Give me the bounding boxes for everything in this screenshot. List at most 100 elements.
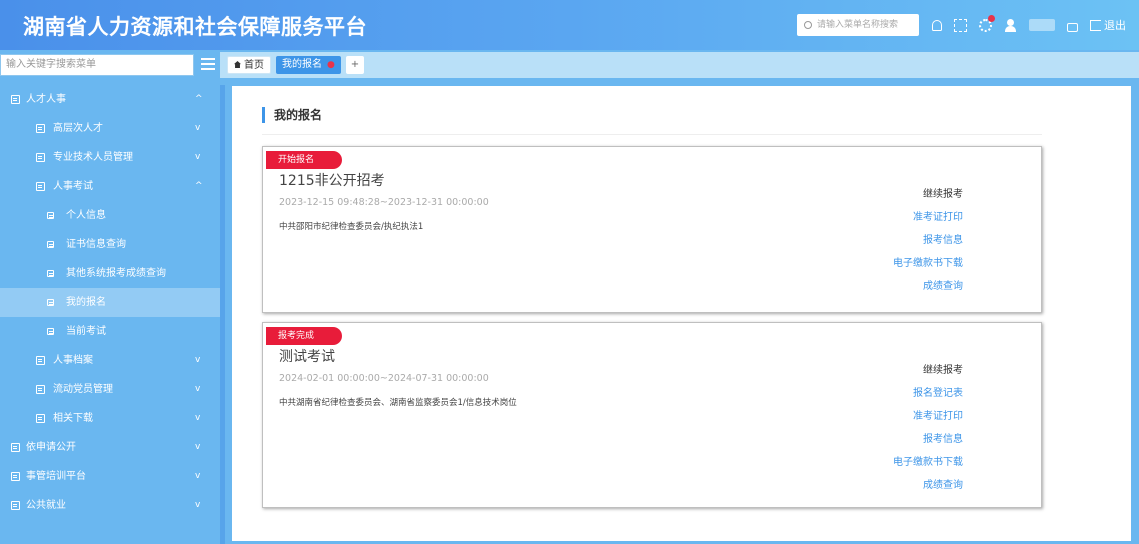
top-bar: 湖南省人力资源和社会保障服务平台 请输入菜单名称搜索 退出 — [0, 0, 1139, 50]
tab-home[interactable]: 首页 — [227, 56, 271, 74]
folder-icon — [36, 153, 45, 162]
chevron-down-icon[interactable]: v — [195, 346, 200, 375]
exam-position: 中共湖南省纪律检查委员会、湖南省监察委员会1/信息技术岗位 — [279, 398, 517, 408]
bell-icon[interactable] — [932, 19, 942, 31]
sidebar-item[interactable]: 我的报名 — [0, 288, 220, 317]
action-link[interactable]: 准考证打印 — [893, 206, 963, 229]
tab-active-label: 我的报名 — [282, 59, 322, 70]
exam-name: 测试考试 — [279, 349, 335, 365]
chevron-down-icon[interactable]: v — [195, 114, 200, 143]
sidebar-item[interactable]: 个人信息 — [0, 201, 220, 230]
exam-name: 1215非公开招考 — [279, 173, 385, 189]
divider — [262, 134, 1042, 135]
chevron-down-icon[interactable]: v — [195, 375, 200, 404]
logout-icon — [1090, 19, 1101, 31]
action-link[interactable]: 报考信息 — [893, 428, 963, 451]
user-icon[interactable] — [1004, 18, 1017, 32]
logout-button[interactable]: 退出 — [1090, 17, 1126, 33]
sidebar-item-label: 当前考试 — [66, 326, 106, 337]
sidebar-item[interactable]: 人事档案 v — [0, 346, 220, 375]
sidebar-scrollbar[interactable] — [220, 85, 225, 544]
title-accent-bar — [262, 107, 265, 123]
sidebar-item-label: 事管培训平台 — [26, 471, 86, 482]
folder-icon — [47, 270, 54, 277]
folder-icon — [11, 501, 20, 510]
sidebar-item-label: 其他系统报考成绩查询 — [66, 268, 166, 279]
sidebar-item[interactable]: 公共就业 v — [0, 491, 220, 520]
folder-icon — [11, 95, 20, 104]
sidebar-item-label: 证书信息查询 — [66, 239, 126, 250]
exam-position: 中共邵阳市纪律检查委员会/执纪执法1 — [279, 222, 424, 232]
site-title: 湖南省人力资源和社会保障服务平台 — [23, 15, 367, 39]
chevron-down-icon[interactable]: v — [195, 143, 200, 172]
logout-label: 退出 — [1104, 19, 1126, 32]
sidebar-item-label: 公共就业 — [26, 500, 66, 511]
sidebar-item[interactable]: 人事考试 ^ — [0, 172, 220, 201]
sidebar-item[interactable]: 高层次人才 v — [0, 114, 220, 143]
folder-icon — [47, 328, 54, 335]
chevron-down-icon[interactable]: v — [195, 491, 200, 520]
folder-icon — [47, 299, 54, 306]
header-search-placeholder: 请输入菜单名称搜索 — [817, 20, 899, 30]
sidebar: 人才人事 ^ 高层次人才 v 专业技术人员管理 v 人事考试 ^ 个人信息 证书信息查询 其他系统报… — [0, 85, 220, 544]
lock-icon[interactable] — [1067, 22, 1078, 32]
sidebar-item[interactable]: 依申请公开 v — [0, 433, 220, 462]
action-link[interactable]: 准考证打印 — [893, 405, 963, 428]
tab-my-registration[interactable]: 我的报名 ● — [276, 56, 341, 74]
user-name-masked[interactable] — [1029, 19, 1055, 31]
sidebar-item[interactable]: 人才人事 ^ — [0, 85, 220, 114]
action-link[interactable]: 成绩查询 — [893, 275, 963, 298]
action-link[interactable]: 电子缴款书下载 — [893, 451, 963, 474]
exam-card: 开始报名 1215非公开招考 2023-12-15 09:48:28~2023-12… — [262, 146, 1042, 313]
folder-icon — [11, 472, 20, 481]
sidebar-item-label: 专业技术人员管理 — [53, 152, 133, 163]
chevron-down-icon[interactable]: v — [195, 433, 200, 462]
sidebar-item[interactable]: 事管培训平台 v — [0, 462, 220, 491]
folder-icon — [11, 443, 20, 452]
action-link[interactable]: 报名登记表 — [893, 382, 963, 405]
settings-icon[interactable] — [979, 14, 995, 32]
search-icon — [804, 21, 812, 29]
sidebar-item-label: 人才人事 — [26, 94, 66, 105]
header-tools: 退出 — [932, 14, 1126, 35]
add-tab-button[interactable]: + — [346, 56, 364, 74]
action-link[interactable]: 电子缴款书下载 — [893, 252, 963, 275]
sidebar-item-label: 流动党员管理 — [53, 384, 113, 395]
action-link[interactable]: 继续报考 — [893, 359, 963, 382]
chevron-down-icon[interactable]: v — [195, 462, 200, 491]
card-actions: 继续报考 准考证打印 报考信息 电子缴款书下载 成绩查询 — [893, 183, 963, 298]
folder-icon — [47, 241, 54, 248]
fullscreen-icon[interactable] — [954, 18, 967, 32]
sidebar-item-label: 我的报名 — [66, 297, 106, 308]
sidebar-item[interactable]: 专业技术人员管理 v — [0, 143, 220, 172]
status-badge: 开始报名 — [266, 151, 343, 169]
sidebar-item-label: 个人信息 — [66, 210, 106, 221]
menu-search-input[interactable]: 输入关键字搜索菜单 — [0, 54, 194, 76]
sidebar-item[interactable]: 其他系统报考成绩查询 — [0, 259, 220, 288]
exam-period: 2023-12-15 09:48:28~2023-12-31 00:00:00 — [279, 197, 489, 208]
sidebar-item[interactable]: 证书信息查询 — [0, 230, 220, 259]
folder-icon — [36, 385, 45, 394]
sidebar-item-label: 依申请公开 — [26, 442, 76, 453]
chevron-up-icon[interactable]: ^ — [195, 85, 203, 114]
folder-icon — [36, 182, 45, 191]
sidebar-item[interactable]: 流动党员管理 v — [0, 375, 220, 404]
hamburger-icon[interactable] — [201, 58, 215, 71]
close-dot-icon[interactable]: ● — [327, 60, 335, 70]
exam-card: 报考完成 测试考试 2024-02-01 00:00:00~2024-07-31 0… — [262, 322, 1042, 508]
action-link[interactable]: 成绩查询 — [893, 474, 963, 497]
notification-dot — [988, 14, 995, 22]
action-link[interactable]: 继续报考 — [893, 183, 963, 206]
action-link[interactable]: 报考信息 — [893, 229, 963, 252]
page-title: 我的报名 — [262, 106, 322, 124]
sidebar-item-label: 高层次人才 — [53, 123, 103, 134]
home-icon — [234, 61, 241, 68]
folder-icon — [47, 212, 54, 219]
sidebar-item[interactable]: 相关下载 v — [0, 404, 220, 433]
chevron-down-icon[interactable]: v — [195, 404, 200, 433]
sidebar-item-label: 人事档案 — [53, 355, 93, 366]
chevron-up-icon[interactable]: ^ — [195, 172, 203, 201]
sidebar-item[interactable]: 当前考试 — [0, 317, 220, 346]
header-search-input[interactable]: 请输入菜单名称搜索 — [797, 14, 919, 36]
status-badge: 报考完成 — [266, 327, 343, 345]
